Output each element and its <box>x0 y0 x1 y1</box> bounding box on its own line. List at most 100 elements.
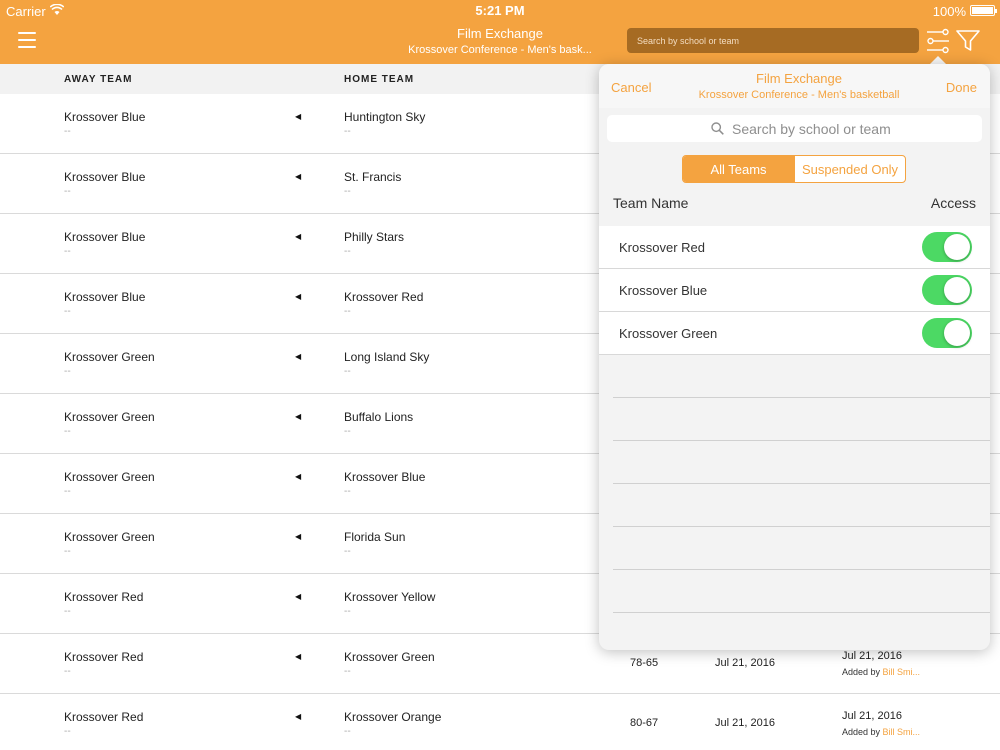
home-team: St. Francis <box>344 170 402 184</box>
cancel-button[interactable]: Cancel <box>611 80 651 95</box>
access-toggle[interactable] <box>922 232 972 262</box>
divider <box>613 527 990 570</box>
away-team-sub: -- <box>64 726 71 737</box>
away-team: Krossover Green <box>64 530 155 544</box>
added-date: Jul 21, 2016 <box>842 650 902 662</box>
game-date: Jul 21, 2016 <box>715 717 775 729</box>
header-search-input[interactable]: Search by school or team <box>627 28 919 53</box>
away-team: Krossover Green <box>64 350 155 364</box>
list-item: Krossover Blue <box>599 269 990 312</box>
settings-sliders-icon[interactable] <box>926 28 950 54</box>
home-team-sub: -- <box>344 246 351 257</box>
home-team: Huntington Sky <box>344 110 426 124</box>
battery-icon <box>970 5 997 16</box>
divider <box>613 484 990 527</box>
status-time: 5:21 PM <box>475 3 525 18</box>
added-date: Jul 21, 2016 <box>842 710 902 722</box>
away-team-sub: -- <box>64 366 71 377</box>
column-header-home: HOME TEAM <box>344 74 415 85</box>
home-team: Krossover Orange <box>344 710 442 724</box>
team-name: Krossover Green <box>619 326 718 341</box>
status-bar: Carrier 5:21 PM 100% <box>0 0 1000 22</box>
home-team: Buffalo Lions <box>344 410 414 424</box>
away-team-sub: -- <box>64 546 71 557</box>
popover-subtitle: Krossover Conference - Men's basketball <box>698 89 900 101</box>
away-team: Krossover Green <box>64 470 155 484</box>
arrow-left-icon: ◀ <box>295 472 302 481</box>
column-header-away: AWAY TEAM <box>64 74 133 85</box>
away-team-sub: -- <box>64 246 71 257</box>
filter-icon[interactable] <box>956 30 980 52</box>
search-placeholder: Search by school or team <box>732 121 891 137</box>
menu-icon[interactable] <box>18 32 36 48</box>
access-toggle[interactable] <box>922 275 972 305</box>
list-item: Krossover Green <box>599 312 990 355</box>
added-by-user-link[interactable]: Bill Smi... <box>883 667 921 677</box>
game-date: Jul 21, 2016 <box>715 657 775 669</box>
home-team-sub: -- <box>344 486 351 497</box>
away-team-sub: -- <box>64 426 71 437</box>
game-score: 78-65 <box>630 657 659 669</box>
team-search-input[interactable]: Search by school or team <box>607 115 982 142</box>
team-name: Krossover Blue <box>619 283 708 298</box>
arrow-left-icon: ◀ <box>295 592 302 601</box>
table-row[interactable]: Krossover Red -- ◀ Krossover Orange -- 8… <box>0 694 1000 750</box>
arrow-left-icon: ◀ <box>295 112 302 121</box>
home-team-sub: -- <box>344 306 351 317</box>
home-team-sub: -- <box>344 606 351 617</box>
done-button[interactable]: Done <box>946 80 977 95</box>
nav-subtitle: Krossover Conference - Men's bask... <box>408 44 592 56</box>
home-team-sub: -- <box>344 426 351 437</box>
home-team-sub: -- <box>344 726 351 737</box>
arrow-left-icon: ◀ <box>295 232 302 241</box>
home-team: Krossover Green <box>344 650 435 664</box>
team-access-popover: Cancel Film Exchange Krossover Conferenc… <box>599 64 990 650</box>
home-team-sub: -- <box>344 546 351 557</box>
list-item: Krossover Red <box>599 226 990 269</box>
game-score: 80-67 <box>630 717 659 729</box>
empty-list-area <box>613 355 990 613</box>
away-team: Krossover Blue <box>64 110 146 124</box>
team-name: Krossover Red <box>619 240 705 255</box>
arrow-left-icon: ◀ <box>295 352 302 361</box>
away-team: Krossover Green <box>64 410 155 424</box>
search-icon <box>711 122 724 135</box>
team-access-list: Krossover Red Krossover Blue Krossover G… <box>599 226 990 355</box>
segment-suspended-only[interactable]: Suspended Only <box>794 156 905 182</box>
added-by: Added by Bill Smi... <box>842 667 920 677</box>
added-by-prefix: Added by <box>842 667 883 677</box>
divider <box>613 441 990 484</box>
home-team: Philly Stars <box>344 230 405 244</box>
team-filter-segment: All Teams Suspended Only <box>682 155 906 183</box>
added-by: Added by Bill Smi... <box>842 727 920 737</box>
access-toggle[interactable] <box>922 318 972 348</box>
home-team: Florida Sun <box>344 530 406 544</box>
arrow-left-icon: ◀ <box>295 712 302 721</box>
top-nav-bar: Carrier 5:21 PM 100% Film Exchange Kross… <box>0 0 1000 64</box>
home-team-sub: -- <box>344 366 351 377</box>
home-team: Long Island Sky <box>344 350 430 364</box>
nav-title: Film Exchange <box>457 26 543 41</box>
arrow-left-icon: ◀ <box>295 292 302 301</box>
away-team-sub: -- <box>64 666 71 677</box>
away-team: Krossover Blue <box>64 230 146 244</box>
home-team-sub: -- <box>344 126 351 137</box>
segment-all-teams[interactable]: All Teams <box>683 156 794 182</box>
away-team-sub: -- <box>64 306 71 317</box>
away-team-sub: -- <box>64 486 71 497</box>
away-team: Krossover Red <box>64 650 144 664</box>
arrow-left-icon: ◀ <box>295 412 302 421</box>
away-team-sub: -- <box>64 186 71 197</box>
away-team: Krossover Red <box>64 710 144 724</box>
popover-title: Film Exchange <box>756 71 842 86</box>
arrow-left-icon: ◀ <box>295 172 302 181</box>
arrow-left-icon: ◀ <box>295 652 302 661</box>
battery-percent: 100% <box>932 4 966 19</box>
away-team: Krossover Blue <box>64 170 146 184</box>
added-by-prefix: Added by <box>842 727 883 737</box>
away-team-sub: -- <box>64 126 71 137</box>
added-by-user-link[interactable]: Bill Smi... <box>883 727 921 737</box>
arrow-left-icon: ◀ <box>295 532 302 541</box>
home-team: Krossover Yellow <box>344 590 436 604</box>
home-team: Krossover Red <box>344 290 424 304</box>
